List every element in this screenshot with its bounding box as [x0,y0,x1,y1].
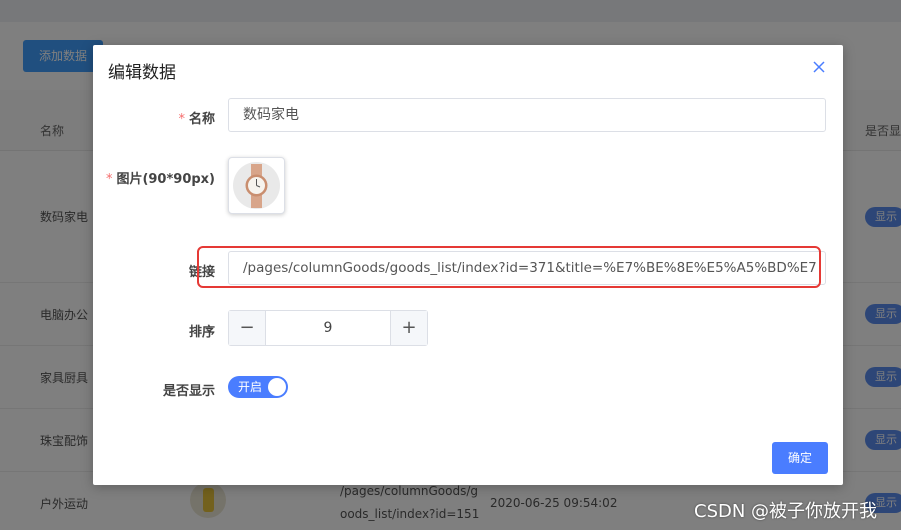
switch-text: 开启 [238,380,263,394]
close-icon[interactable] [811,59,827,75]
name-label: * 名称 [178,112,215,127]
watch-product-image [233,162,280,209]
sort-stepper[interactable]: − 9 + [228,310,428,346]
sort-value[interactable]: 9 [265,311,391,345]
image-label: * 图片(90*90px) [105,172,215,187]
switch-knob [268,378,286,396]
sort-label: 排序 [188,325,215,340]
show-toggle[interactable]: 开启 [228,376,288,398]
required-mark: * [178,112,185,127]
confirm-button[interactable]: 确定 [772,442,828,474]
watermark: CSDN @被子你放开我 [694,501,878,522]
show-label: 是否显示 [162,384,215,399]
increment-button[interactable]: + [390,311,427,345]
name-input[interactable]: 数码家电 [228,98,826,132]
required-mark: * [105,172,113,187]
image-upload[interactable] [228,157,285,214]
annotation-highlight [197,246,821,288]
dialog-title: 编辑数据 [108,63,176,83]
decrement-button[interactable]: − [229,311,266,345]
